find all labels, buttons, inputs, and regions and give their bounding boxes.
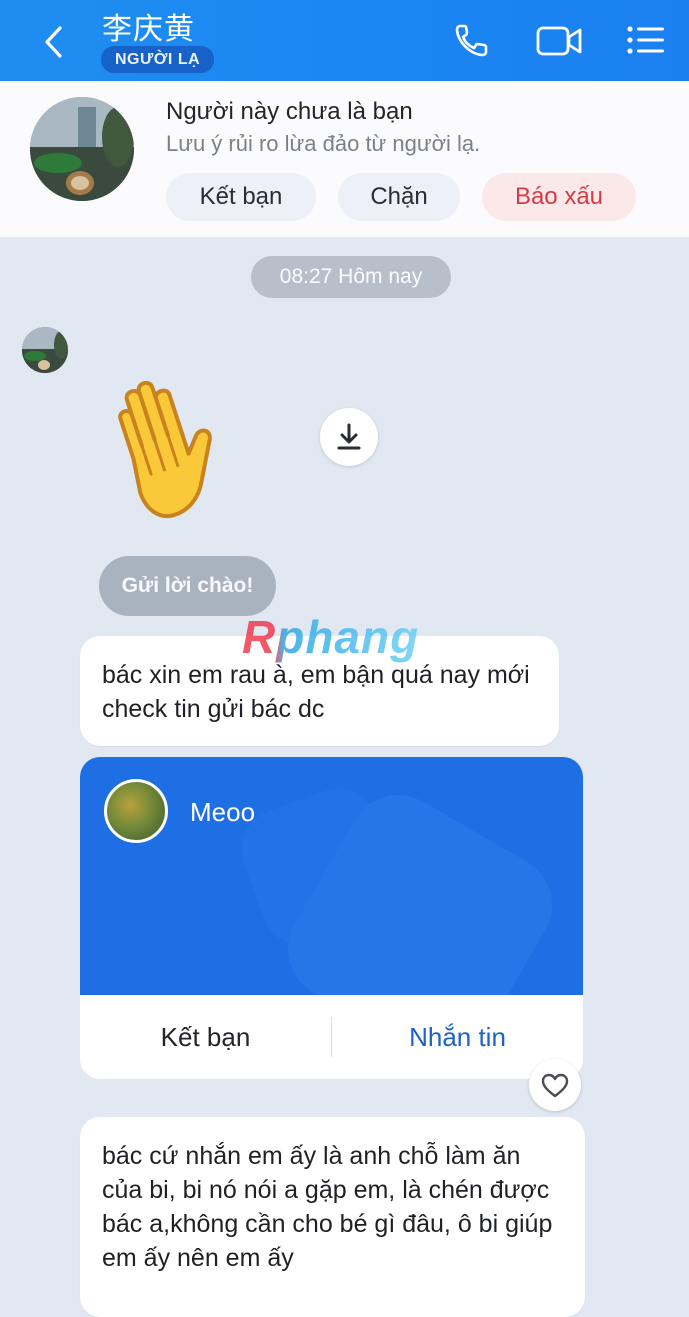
- contact-name[interactable]: 李庆黄: [102, 4, 195, 48]
- call-button[interactable]: [452, 20, 496, 60]
- react-button[interactable]: [529, 1059, 581, 1111]
- phone-icon: [455, 24, 488, 57]
- report-button[interactable]: Báo xấu: [482, 173, 636, 221]
- timestamp-pill: 08:27 Hôm nay: [251, 256, 451, 298]
- list-menu-icon: [627, 26, 664, 54]
- block-button[interactable]: Chặn: [338, 173, 460, 221]
- card-contact-avatar: [104, 779, 168, 843]
- contact-card[interactable]: Meoo Kết bạn Nhắn tin: [80, 757, 583, 1079]
- message-bubble[interactable]: bác cứ nhắn em ấy là anh chỗ làm ăn của …: [80, 1117, 585, 1317]
- add-friend-button[interactable]: Kết bạn: [166, 173, 316, 221]
- message-text: bác cứ nhắn em ấy là anh chỗ làm ăn của …: [102, 1142, 553, 1272]
- card-contact-name: Meoo: [190, 797, 256, 827]
- banner-title: Người này chưa là bạn: [166, 98, 413, 125]
- send-greeting-button[interactable]: Gửi lời chào!: [99, 556, 276, 616]
- contact-avatar[interactable]: [30, 97, 134, 201]
- video-camera-icon: [536, 26, 582, 56]
- stranger-badge: NGƯỜI LẠ: [101, 46, 215, 73]
- video-call-button[interactable]: [536, 20, 582, 60]
- contact-card-header: Meoo: [80, 757, 583, 995]
- message-text: bác xin em rau à, em bận quá nay mới che…: [102, 661, 530, 723]
- banner-subtitle: Lưu ý rủi ro lừa đảo từ người lạ.: [166, 131, 481, 156]
- card-add-friend-button[interactable]: Kết bạn: [80, 995, 331, 1079]
- avatar-photo: [30, 97, 134, 201]
- waving-hand-icon: [118, 380, 212, 518]
- waving-hand-sticker[interactable]: [104, 362, 270, 522]
- chat-header: 李庆黄 NGƯỜI LẠ: [0, 0, 689, 81]
- back-button[interactable]: [36, 22, 76, 62]
- download-icon: [337, 423, 361, 450]
- watermark-logo: Rphang: [242, 611, 420, 663]
- sender-avatar[interactable]: [22, 327, 68, 373]
- heart-icon: [541, 1073, 569, 1098]
- chevron-left-icon: [45, 26, 62, 58]
- stranger-warning-banner: Người này chưa là bạn Lưu ý rủi ro lừa đ…: [0, 81, 689, 237]
- menu-button[interactable]: [624, 20, 668, 60]
- avatar-photo-small: [22, 327, 68, 373]
- download-button[interactable]: [320, 408, 378, 466]
